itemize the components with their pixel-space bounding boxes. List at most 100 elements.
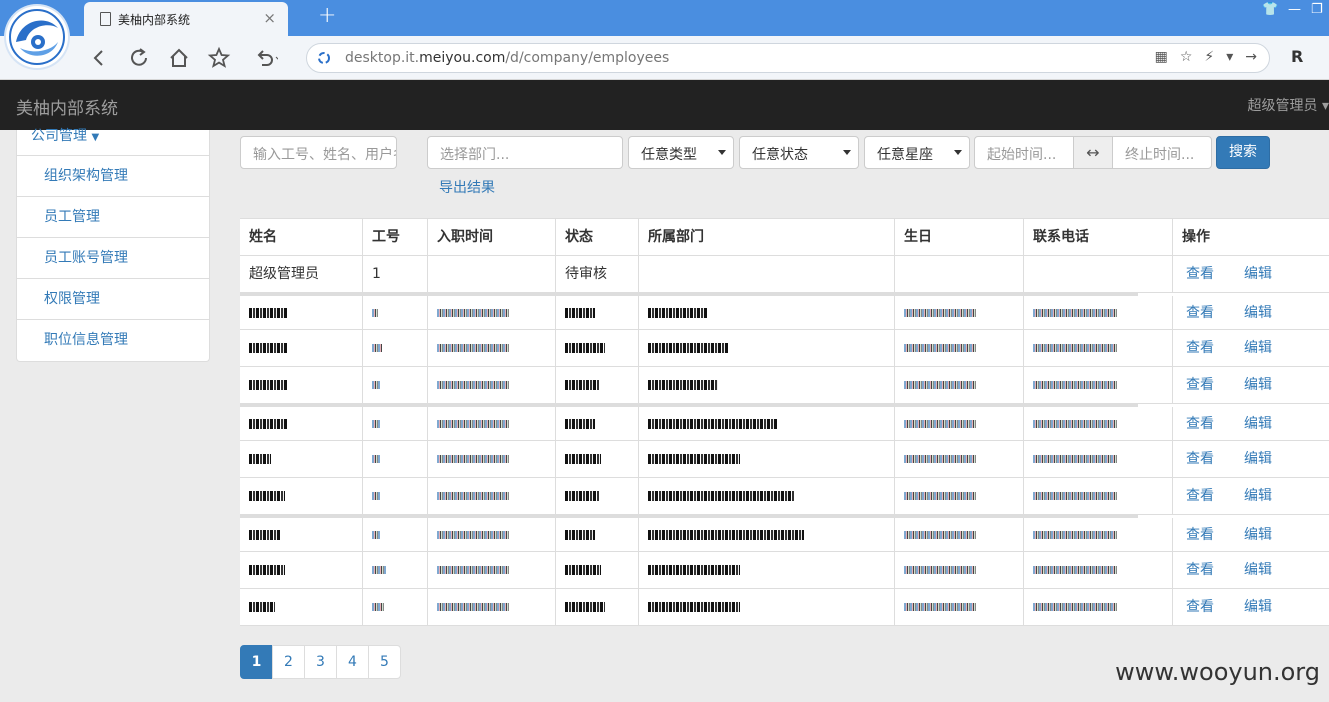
pixelated-mask: [648, 454, 740, 464]
end-date-input[interactable]: 终止时间...: [1112, 136, 1212, 169]
export-link[interactable]: 导出结果: [439, 177, 495, 197]
redacted-cell: [556, 589, 639, 626]
keyword-input[interactable]: 输入工号、姓名、用户名: [240, 136, 397, 169]
view-link[interactable]: 查看: [1186, 367, 1214, 404]
start-date-input[interactable]: 起始时间...: [974, 136, 1074, 169]
pixelated-mask: [437, 566, 509, 574]
home-icon[interactable]: [166, 45, 192, 71]
chevron-down-icon[interactable]: ▾: [1226, 49, 1233, 65]
edit-link[interactable]: 编辑: [1244, 441, 1272, 478]
page-2[interactable]: 2: [272, 645, 305, 679]
view-link[interactable]: 查看: [1186, 407, 1214, 441]
pixelated-mask: [372, 531, 380, 539]
go-arrow-icon[interactable]: →: [1245, 49, 1257, 65]
table-row: 查看 编辑: [240, 552, 1329, 589]
cell-actions: 查看 编辑: [1173, 407, 1329, 441]
qrcode-icon[interactable]: ▦: [1155, 49, 1168, 65]
col-department: 所属部门: [639, 219, 895, 255]
pixelated-mask: [1033, 420, 1117, 428]
view-link[interactable]: 查看: [1186, 441, 1214, 478]
redacted-cell: [363, 367, 428, 404]
view-link[interactable]: 查看: [1186, 478, 1214, 515]
lightning-icon[interactable]: ⚡: [1204, 49, 1214, 65]
bookmark-star-icon[interactable]: ☆: [1180, 49, 1193, 65]
page-3[interactable]: 3: [304, 645, 337, 679]
pixelated-mask: [249, 530, 281, 540]
employees-table: 姓名 工号 入职时间 状态 所属部门 生日 联系电话 操作 超级管理员 1 待审…: [240, 218, 1329, 626]
browser-tab[interactable]: 美柚内部系统 ×: [84, 2, 288, 36]
redacted-cell: [240, 478, 363, 515]
cell-actions: 查看 编辑: [1173, 256, 1329, 292]
pixelated-mask: [249, 454, 271, 464]
redacted-cell: [240, 552, 363, 589]
pixelated-mask: [565, 530, 595, 540]
redacted-cell: [363, 589, 428, 626]
status-select[interactable]: 任意状态: [739, 136, 859, 169]
page-1[interactable]: 1: [240, 645, 273, 679]
redacted-cell: [1024, 552, 1173, 589]
edit-link[interactable]: 编辑: [1244, 552, 1272, 589]
edit-link[interactable]: 编辑: [1244, 407, 1272, 441]
favorite-star-icon[interactable]: [206, 45, 232, 71]
user-menu[interactable]: 超级管理员 ▾: [1248, 95, 1329, 115]
sidebar-item-positions[interactable]: 职位信息管理: [17, 320, 209, 361]
pixelated-mask: [1033, 531, 1117, 539]
undo-icon[interactable]: [252, 45, 280, 71]
redacted-cell: [639, 407, 895, 441]
view-link[interactable]: 查看: [1186, 552, 1214, 589]
app-brand[interactable]: 美柚内部系统: [16, 94, 118, 119]
minimize-button[interactable]: —: [1288, 2, 1301, 17]
view-link[interactable]: 查看: [1186, 518, 1214, 552]
pixelated-mask: [372, 603, 384, 611]
page-5[interactable]: 5: [368, 645, 401, 679]
browser-toolbar: desktop.it.meiyou.com/d/company/employee…: [0, 36, 1329, 80]
edit-link[interactable]: 编辑: [1244, 367, 1272, 404]
pixelated-mask: [565, 491, 599, 501]
skin-icon[interactable]: 👕: [1262, 2, 1278, 17]
sidebar-item-permissions[interactable]: 权限管理: [17, 279, 209, 320]
pixelated-mask: [437, 381, 509, 389]
edit-link[interactable]: 编辑: [1244, 256, 1272, 292]
pixelated-mask: [372, 309, 378, 317]
address-bar[interactable]: desktop.it.meiyou.com/d/company/employee…: [306, 43, 1270, 73]
view-link[interactable]: 查看: [1186, 589, 1214, 626]
view-link[interactable]: 查看: [1186, 330, 1214, 367]
maximize-button[interactable]: ❐: [1311, 2, 1323, 17]
refresh-icon[interactable]: [126, 45, 152, 71]
type-select[interactable]: 任意类型: [628, 136, 734, 169]
view-link[interactable]: 查看: [1186, 256, 1214, 292]
back-icon[interactable]: [86, 45, 112, 71]
edit-link[interactable]: 编辑: [1244, 478, 1272, 515]
address-url: desktop.it.meiyou.com/d/company/employee…: [345, 50, 670, 66]
sidebar-item-accounts[interactable]: 员工账号管理: [17, 238, 209, 279]
edit-link[interactable]: 编辑: [1244, 589, 1272, 626]
page-4[interactable]: 4: [336, 645, 369, 679]
col-status: 状态: [556, 219, 639, 255]
redacted-cell: [895, 441, 1024, 478]
search-button[interactable]: 搜索: [1216, 136, 1270, 169]
zodiac-select[interactable]: 任意星座: [864, 136, 970, 169]
tab-title: 美柚内部系统: [118, 13, 191, 27]
table-row: 查看 编辑: [240, 518, 1329, 552]
sidebar-header-company[interactable]: 公司管理 ▼: [17, 129, 209, 156]
extension-icon[interactable]: R: [1291, 47, 1313, 69]
view-link[interactable]: 查看: [1186, 296, 1214, 330]
sidebar-item-org[interactable]: 组织架构管理: [17, 156, 209, 197]
tab-close-icon[interactable]: ×: [263, 9, 276, 27]
pixelated-mask: [249, 491, 285, 501]
edit-link[interactable]: 编辑: [1244, 330, 1272, 367]
redacted-cell: [556, 330, 639, 367]
redacted-cell: [428, 296, 556, 330]
new-tab-button[interactable]: +: [318, 3, 336, 28]
redacted-cell: [428, 441, 556, 478]
redacted-cell: [895, 296, 1024, 330]
edit-link[interactable]: 编辑: [1244, 296, 1272, 330]
col-phone: 联系电话: [1024, 219, 1173, 255]
department-select[interactable]: 选择部门...: [427, 136, 623, 169]
browser-logo-icon[interactable]: [6, 6, 68, 68]
sidebar-item-employees[interactable]: 员工管理: [17, 197, 209, 238]
redacted-cell: [240, 518, 363, 552]
edit-link[interactable]: 编辑: [1244, 518, 1272, 552]
pixelated-mask: [648, 491, 794, 501]
redacted-cell: [895, 407, 1024, 441]
